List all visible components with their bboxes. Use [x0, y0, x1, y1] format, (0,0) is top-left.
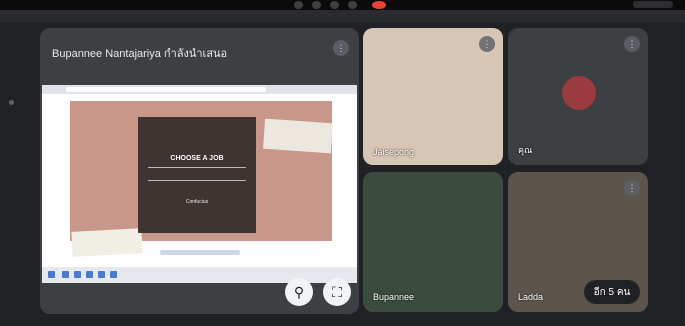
participant-name: Jaisepong: [373, 147, 415, 157]
presenter-title: Bupannee Nantajariya กำลังนำเสนอ: [52, 48, 228, 60]
windows-taskbar: [42, 267, 357, 283]
avatar: [562, 76, 596, 110]
slide-quote-card: CHOOSE A JOB Confucius: [138, 117, 256, 233]
slide-paper-decoration: [71, 228, 143, 257]
app-icon: [98, 271, 105, 278]
meeting-grid: Bupannee Nantajariya กำลังนำเสนอ ⋮ CHOOS…: [0, 22, 685, 326]
app-icon: [86, 271, 93, 278]
app-icon: [62, 271, 69, 278]
slide-paper-decoration: [263, 118, 333, 154]
more-participants-button[interactable]: อีก 5 คน: [584, 280, 640, 304]
fullscreen-button[interactable]: ⛶: [323, 278, 351, 306]
participant-name: Bupannee: [373, 292, 415, 302]
app-icon: [74, 271, 81, 278]
audio-indicator-icon: ⋮: [333, 40, 349, 56]
shared-screen: CHOOSE A JOB Confucius: [42, 85, 357, 283]
meeting-details-button[interactable]: [633, 1, 673, 8]
audio-indicator-icon: ⋮: [624, 36, 640, 52]
participant-tile[interactable]: ⋮ คุณ: [508, 28, 648, 165]
address-bar: [66, 87, 266, 92]
slide-caption-bar: [160, 250, 240, 255]
sidebar-handle[interactable]: [9, 100, 14, 105]
participant-tile[interactable]: Bupannee: [363, 172, 503, 312]
app-icon: [110, 271, 117, 278]
participant-name: Ladda: [518, 292, 544, 302]
present-icon[interactable]: [330, 1, 339, 9]
participant-tile[interactable]: ⋮ Ladda อีก 5 คน: [508, 172, 648, 312]
browser-chrome: [42, 85, 357, 94]
divider: [0, 10, 685, 22]
presentation-tile[interactable]: Bupannee Nantajariya กำลังนำเสนอ ⋮ CHOOS…: [40, 28, 359, 314]
end-call-button[interactable]: [372, 1, 386, 9]
start-icon: [48, 271, 55, 278]
audio-indicator-icon: ⋮: [479, 36, 495, 52]
slide-heading: CHOOSE A JOB: [170, 155, 224, 162]
more-options-icon[interactable]: [348, 1, 357, 9]
slide-footer: Confucius: [185, 199, 209, 205]
camera-icon[interactable]: [312, 1, 321, 9]
top-toolbar: [0, 0, 685, 10]
participant-name: คุณ: [518, 145, 533, 155]
pin-button[interactable]: ⚲: [285, 278, 313, 306]
audio-indicator-icon: ⋮: [624, 180, 640, 196]
mic-icon[interactable]: [294, 1, 303, 9]
slide-quote-lines: [148, 167, 246, 181]
participant-tile[interactable]: ⋮ Jaisepong: [363, 28, 503, 165]
